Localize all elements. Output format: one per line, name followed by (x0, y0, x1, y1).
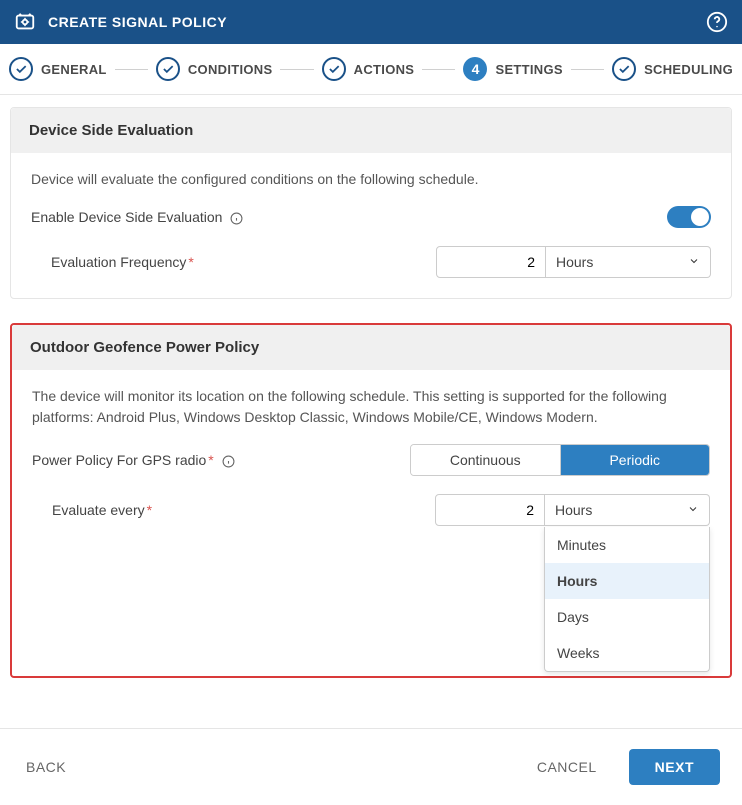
section-desc: Device will evaluate the configured cond… (31, 169, 711, 190)
stepper-line (280, 69, 313, 70)
check-icon (9, 57, 33, 81)
step-settings[interactable]: 4 SETTINGS (463, 57, 562, 81)
power-policy-label: Power Policy For GPS radio* (32, 452, 312, 468)
section-device-side-evaluation: Device Side Evaluation Device will evalu… (10, 107, 732, 299)
unit-option-hours[interactable]: Hours (545, 563, 709, 599)
power-policy-continuous[interactable]: Continuous (411, 445, 561, 475)
chevron-down-icon (688, 254, 700, 270)
info-icon[interactable] (222, 455, 235, 468)
evaluation-frequency-label: Evaluation Frequency* (31, 254, 311, 270)
stepper: GENERAL CONDITIONS ACTIONS 4 SETTINGS SC… (0, 44, 742, 95)
unit-option-days[interactable]: Days (545, 599, 709, 635)
step-actions[interactable]: ACTIONS (322, 57, 415, 81)
step-general[interactable]: GENERAL (9, 57, 107, 81)
power-policy-segmented: Continuous Periodic (410, 444, 710, 476)
evaluation-frequency-input[interactable] (436, 246, 546, 278)
evaluate-every-input[interactable] (435, 494, 545, 526)
check-icon (612, 57, 636, 81)
stepper-line (571, 69, 604, 70)
enable-device-eval-toggle[interactable] (667, 206, 711, 228)
footer: BACK CANCEL NEXT (0, 728, 742, 805)
enable-device-eval-label: Enable Device Side Evaluation (31, 209, 311, 225)
evaluation-frequency-unit-select[interactable]: Hours (546, 246, 711, 278)
power-policy-periodic[interactable]: Periodic (561, 445, 710, 475)
app-icon (14, 11, 36, 33)
check-icon (322, 57, 346, 81)
help-icon[interactable] (706, 11, 728, 33)
step-label: SETTINGS (495, 62, 562, 77)
step-number-icon: 4 (463, 57, 487, 81)
appbar-title: CREATE SIGNAL POLICY (48, 14, 227, 30)
section-title: Device Side Evaluation (11, 108, 731, 153)
section-title: Outdoor Geofence Power Policy (12, 325, 730, 370)
next-button[interactable]: NEXT (629, 749, 720, 785)
select-value: Hours (556, 254, 593, 270)
step-label: SCHEDULING (644, 62, 733, 77)
cancel-button[interactable]: CANCEL (533, 751, 601, 783)
stepper-line (422, 69, 455, 70)
evaluate-every-unit-select[interactable]: Hours Minutes Hours Days Weeks (545, 494, 710, 526)
app-bar: CREATE SIGNAL POLICY (0, 0, 742, 44)
unit-dropdown: Minutes Hours Days Weeks (544, 527, 710, 672)
select-value: Hours (555, 502, 592, 518)
step-label: CONDITIONS (188, 62, 273, 77)
evaluate-every-label: Evaluate every* (32, 502, 312, 518)
chevron-down-icon (687, 502, 699, 518)
check-icon (156, 57, 180, 81)
unit-option-weeks[interactable]: Weeks (545, 635, 709, 671)
step-scheduling[interactable]: SCHEDULING (612, 57, 733, 81)
step-label: GENERAL (41, 62, 107, 77)
back-button[interactable]: BACK (22, 751, 70, 783)
stepper-line (115, 69, 148, 70)
step-conditions[interactable]: CONDITIONS (156, 57, 273, 81)
info-icon[interactable] (230, 212, 243, 225)
unit-option-minutes[interactable]: Minutes (545, 527, 709, 563)
section-outdoor-geofence-power-policy: Outdoor Geofence Power Policy The device… (10, 323, 732, 678)
step-label: ACTIONS (354, 62, 415, 77)
section-desc: The device will monitor its location on … (32, 386, 710, 428)
